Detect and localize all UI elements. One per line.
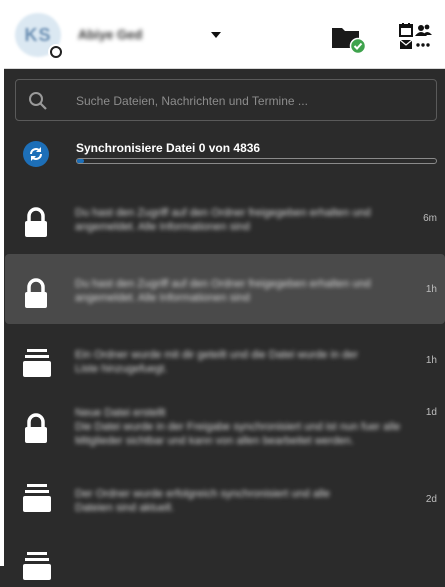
sync-progress-fill bbox=[77, 159, 85, 163]
archive-icon bbox=[22, 482, 52, 519]
notification-time: 1h bbox=[425, 284, 437, 295]
chevron-down-icon[interactable] bbox=[211, 32, 221, 38]
notification-line: angemeldet. Alle Informationen sind bbox=[75, 292, 250, 304]
notification-item[interactable]: Ein Ordner wurde mit dir geteilt und die… bbox=[5, 325, 445, 395]
notification-text: Der Ordner wurde erfolgreich synchronisi… bbox=[75, 487, 405, 515]
sync-icon bbox=[23, 141, 49, 167]
notification-line: Liste hinzugefuegt. bbox=[75, 363, 168, 375]
notification-line: Die Datei wurde in der Freigabe synchron… bbox=[75, 421, 401, 433]
notification-item[interactable]: Der Ordner wurde erfolgreich synchronisi… bbox=[5, 470, 445, 540]
calendar-contacts-mail-more-icon bbox=[399, 23, 432, 49]
notification-line: Mitglieder sichtbar und kann von allen b… bbox=[75, 435, 354, 447]
lock-icon bbox=[22, 207, 50, 244]
sync-status-text: Synchronisiere Datei 0 von 4836 bbox=[76, 141, 261, 155]
account-header: KS Abiye Ged bbox=[0, 0, 445, 69]
notification-time: 2d bbox=[425, 494, 437, 505]
notification-item[interactable]: Du hast den Zugriff auf den Ordner freig… bbox=[5, 183, 445, 253]
status-icon bbox=[48, 44, 64, 60]
notification-line: Dateien sind aktuell. bbox=[75, 502, 175, 514]
folder-check-icon bbox=[332, 28, 367, 55]
notification-line: Ein Ordner wurde mit dir geteilt und die… bbox=[75, 349, 359, 361]
window-edge bbox=[0, 68, 4, 566]
account-name[interactable]: Abiye Ged bbox=[78, 27, 142, 42]
search-box[interactable] bbox=[15, 79, 437, 121]
notification-text: Du hast den Zugriff auf den Ordner freig… bbox=[75, 277, 405, 305]
apps-menu-button[interactable] bbox=[397, 22, 433, 54]
avatar-initials: KS bbox=[24, 24, 52, 45]
notification-text: Neue Datei erstellt Die Datei wurde in de… bbox=[75, 406, 405, 448]
notification-line: Der Ordner wurde erfolgreich synchronisi… bbox=[75, 488, 330, 500]
notification-line: Neue Datei erstellt bbox=[75, 407, 166, 419]
search-input[interactable] bbox=[74, 81, 428, 121]
lock-icon bbox=[22, 413, 50, 450]
notification-time: 1d bbox=[425, 407, 437, 418]
archive-icon bbox=[22, 550, 52, 587]
notification-text: Du hast den Zugriff auf den Ordner freig… bbox=[75, 206, 405, 234]
lock-icon bbox=[22, 278, 50, 315]
notification-line: Du hast den Zugriff auf den Ordner freig… bbox=[75, 207, 371, 219]
notification-time: 1h bbox=[425, 355, 437, 366]
notification-line: Du hast den Zugriff auf den Ordner freig… bbox=[75, 278, 371, 290]
archive-icon bbox=[22, 347, 52, 384]
notification-time: 6m bbox=[423, 213, 437, 224]
open-local-folder-button[interactable] bbox=[331, 22, 367, 55]
notification-text: Ein Ordner wurde mit dir geteilt und die… bbox=[75, 348, 405, 376]
sync-progress-bar bbox=[76, 158, 437, 164]
search-icon bbox=[29, 92, 47, 110]
notification-line: angemeldet. Alle Informationen sind bbox=[75, 221, 250, 233]
notification-item[interactable]: Neue Datei erstellt Die Datei wurde in de… bbox=[5, 396, 445, 470]
notification-item[interactable]: Du hast den Zugriff auf den Ordner freig… bbox=[5, 254, 445, 324]
